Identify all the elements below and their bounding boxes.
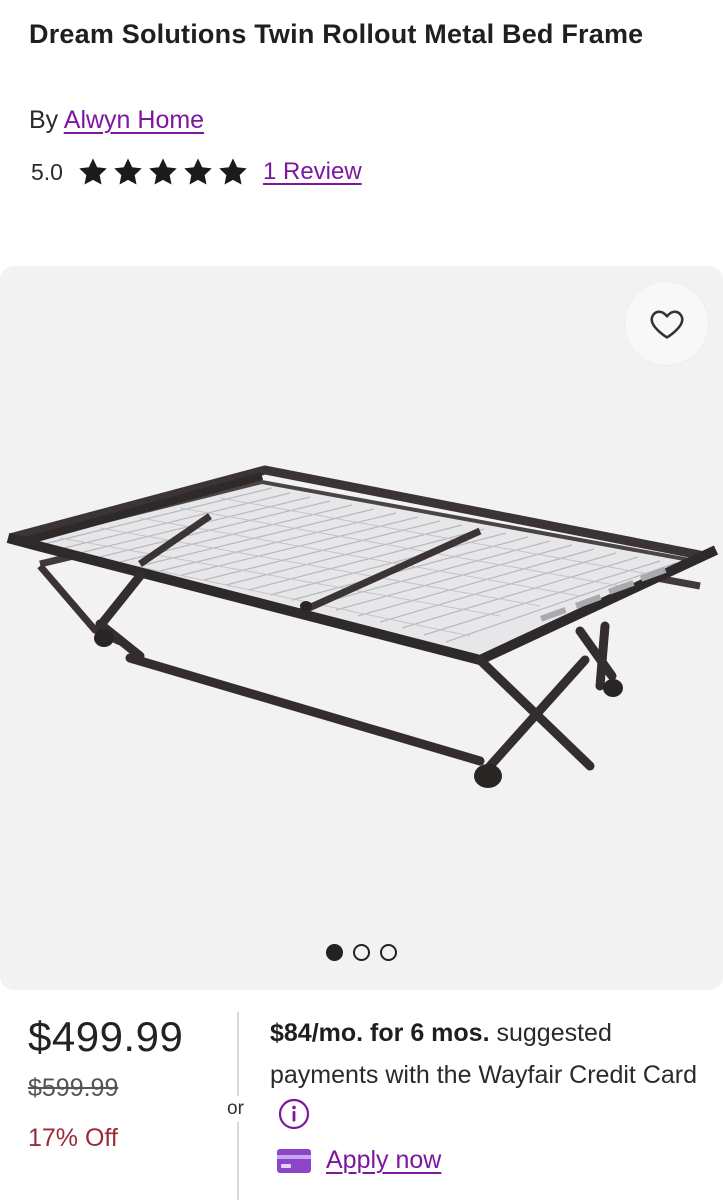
product-photo	[6, 465, 719, 788]
pagination-dot[interactable]	[380, 944, 397, 961]
current-price: $499.99	[28, 1013, 184, 1060]
star-icon	[219, 158, 247, 185]
financing-monthly: $84/mo. for 6 mos.	[270, 1019, 490, 1047]
star-icon	[184, 158, 212, 185]
pagination-dot[interactable]	[353, 944, 370, 961]
reviews-link[interactable]: 1 Review	[263, 158, 362, 186]
rating-value: 5.0	[31, 158, 63, 185]
star-rating	[77, 156, 249, 188]
product-title: Dream Solutions Twin Rollout Metal Bed F…	[29, 19, 644, 49]
star-icon	[149, 158, 177, 185]
star-icon	[114, 158, 142, 185]
brand-byline: By Alwyn Home	[29, 102, 204, 138]
credit-card-icon	[277, 1148, 311, 1173]
brand-link[interactable]: Alwyn Home	[64, 106, 204, 134]
price-section: $499.99 $599.99 17% Off or $84/mo. for 6…	[0, 1000, 723, 1200]
image-pagination	[0, 944, 723, 961]
financing-offer: $84/mo. for 6 mos. suggested payments wi…	[270, 1012, 710, 1138]
rating-summary: 5.0 1 Review	[31, 152, 362, 192]
or-label: or	[227, 1096, 244, 1122]
apply-row: Apply now	[276, 1146, 441, 1175]
apply-now-link[interactable]: Apply now	[326, 1146, 441, 1175]
by-label: By	[29, 106, 59, 134]
original-price: $599.99	[28, 1074, 119, 1102]
info-icon[interactable]	[278, 1098, 310, 1130]
favorite-button[interactable]	[625, 282, 708, 365]
star-icon	[79, 158, 107, 185]
discount-label: 17% Off	[28, 1124, 118, 1152]
pagination-dot[interactable]	[326, 944, 343, 961]
product-image-gallery[interactable]	[0, 266, 723, 990]
heart-icon	[650, 310, 683, 339]
